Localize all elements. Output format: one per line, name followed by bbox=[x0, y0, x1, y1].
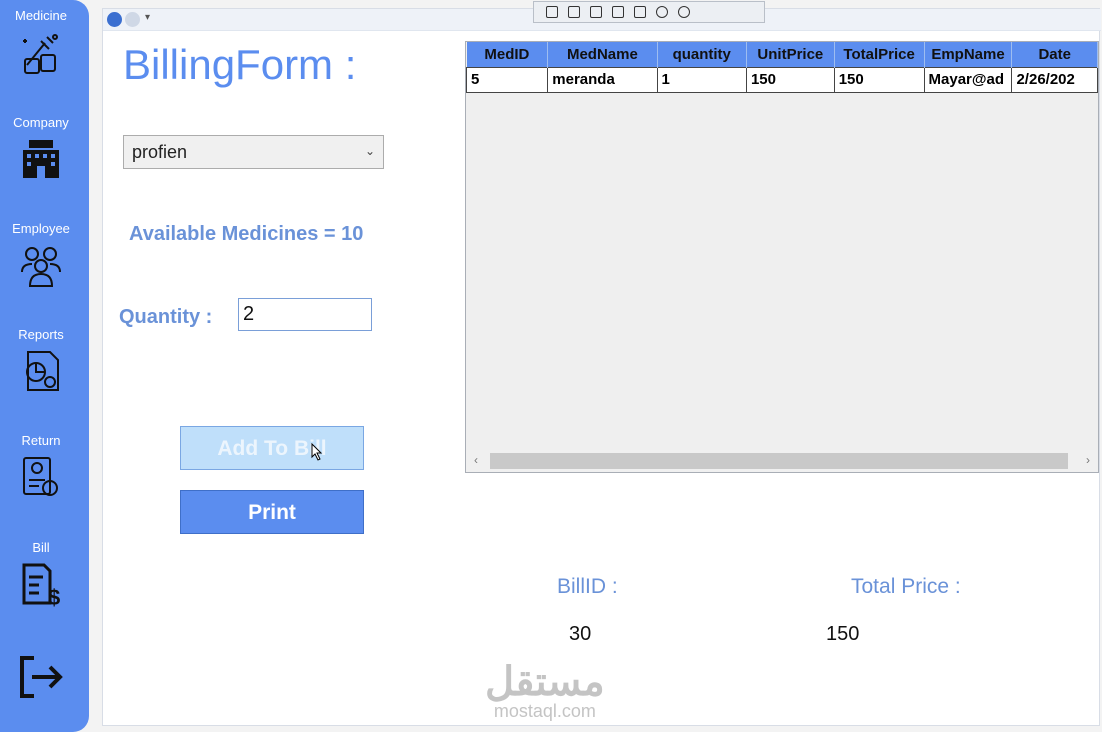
table-cell[interactable]: Mayar@ad bbox=[923, 66, 1013, 93]
forward-icon[interactable] bbox=[125, 12, 140, 27]
quantity-label: Quantity : bbox=[119, 306, 213, 328]
debug-toolbar bbox=[533, 1, 765, 23]
medicine-icon bbox=[23, 34, 58, 74]
sidebar-item-label: Company bbox=[13, 115, 69, 130]
column-header[interactable]: MedID bbox=[466, 42, 549, 67]
watermark: مستقل mostaql.com bbox=[485, 659, 605, 722]
bill-grid[interactable]: MedID MedName quantity UnitPrice TotalPr… bbox=[465, 41, 1099, 473]
total-price-label: Total Price : bbox=[851, 575, 961, 598]
sidebar-item-label: Employee bbox=[12, 221, 70, 236]
column-header[interactable]: MedName bbox=[547, 42, 658, 67]
office-building-icon bbox=[23, 140, 59, 178]
column-header[interactable]: quantity bbox=[657, 42, 747, 67]
page-title: BillingForm : bbox=[123, 41, 357, 88]
billing-window: ▾ BillingForm : profien ⌄ Available Medi… bbox=[102, 1, 1101, 726]
logout-icon bbox=[20, 656, 63, 698]
column-header[interactable]: UnitPrice bbox=[746, 42, 835, 67]
table-cell[interactable]: 150 bbox=[745, 66, 835, 93]
sidebar-item-company[interactable]: Company bbox=[0, 115, 82, 180]
mouse-cursor-icon bbox=[311, 443, 323, 461]
table-cell[interactable]: 1 bbox=[656, 66, 747, 93]
quantity-input[interactable] bbox=[238, 298, 372, 331]
logout-button[interactable] bbox=[0, 652, 82, 702]
scroll-left-icon[interactable]: ‹ bbox=[474, 453, 478, 467]
add-to-bill-button[interactable]: Add To Bill bbox=[180, 426, 364, 470]
watermark-latin: mostaql.com bbox=[493, 701, 596, 721]
chevron-down-icon[interactable]: ▾ bbox=[145, 12, 150, 23]
column-header[interactable]: EmpName bbox=[924, 42, 1013, 67]
pointer-icon[interactable] bbox=[590, 6, 602, 18]
sidebar-item-medicine[interactable]: Medicine bbox=[0, 8, 82, 75]
sidebar-item-employee[interactable]: Employee bbox=[0, 221, 82, 288]
employees-icon bbox=[21, 247, 61, 287]
horizontal-scrollbar[interactable]: ‹ › bbox=[466, 450, 1098, 472]
report-chart-icon bbox=[26, 351, 59, 391]
sidebar-item-label: Return bbox=[21, 433, 61, 448]
total-price-value: 150 bbox=[826, 623, 860, 645]
medicine-select-value: profien bbox=[132, 142, 188, 162]
check-icon[interactable] bbox=[678, 6, 690, 18]
sidebar-item-label: Bill bbox=[32, 540, 50, 555]
available-medicines-label: Available Medicines = 10 bbox=[129, 223, 364, 245]
table-header-row: MedID MedName quantity UnitPrice TotalPr… bbox=[466, 42, 1098, 67]
table-row[interactable]: 5 meranda 1 150 150 Mayar@ad 2/26/202 bbox=[466, 66, 1098, 93]
sidebar-item-reports[interactable]: Reports bbox=[0, 327, 82, 394]
bill-id-value: 30 bbox=[569, 623, 592, 645]
sidebar-item-label: Reports bbox=[18, 327, 64, 342]
watermark-arabic: مستقل bbox=[485, 660, 605, 704]
svg-text:$: $ bbox=[48, 585, 60, 609]
return-document-icon bbox=[23, 457, 58, 496]
frame-icon[interactable] bbox=[612, 6, 624, 18]
scroll-right-icon[interactable]: › bbox=[1086, 453, 1090, 467]
column-header[interactable]: TotalPrice bbox=[834, 42, 925, 67]
table-cell[interactable]: 5 bbox=[466, 66, 549, 93]
table-cell[interactable]: 150 bbox=[833, 66, 925, 93]
sidebar: Medicine Company Employee Reports Return bbox=[0, 0, 89, 732]
sidebar-item-bill[interactable]: Bill $ bbox=[0, 540, 82, 609]
table-cell[interactable]: meranda bbox=[547, 66, 658, 93]
print-button[interactable]: Print bbox=[180, 490, 364, 534]
sidebar-item-return[interactable]: Return bbox=[0, 433, 82, 500]
scrollbar-thumb[interactable] bbox=[490, 453, 1068, 469]
bill-id-label: BillID : bbox=[557, 575, 618, 598]
select-tool-icon[interactable] bbox=[546, 6, 558, 18]
chevron-down-icon: ⌄ bbox=[364, 144, 375, 158]
bill-table: MedID MedName quantity UnitPrice TotalPr… bbox=[466, 42, 1098, 93]
bill-dollar-icon: $ bbox=[22, 563, 60, 609]
video-icon[interactable] bbox=[568, 6, 580, 18]
column-header[interactable]: Date bbox=[1011, 42, 1098, 67]
medicine-select[interactable]: profien ⌄ bbox=[123, 135, 384, 169]
sidebar-item-label: Medicine bbox=[14, 8, 68, 23]
inspect-icon[interactable] bbox=[634, 6, 646, 18]
table-cell[interactable]: 2/26/202 bbox=[1011, 66, 1098, 93]
refresh-icon[interactable] bbox=[656, 6, 668, 18]
back-icon[interactable] bbox=[107, 12, 122, 27]
